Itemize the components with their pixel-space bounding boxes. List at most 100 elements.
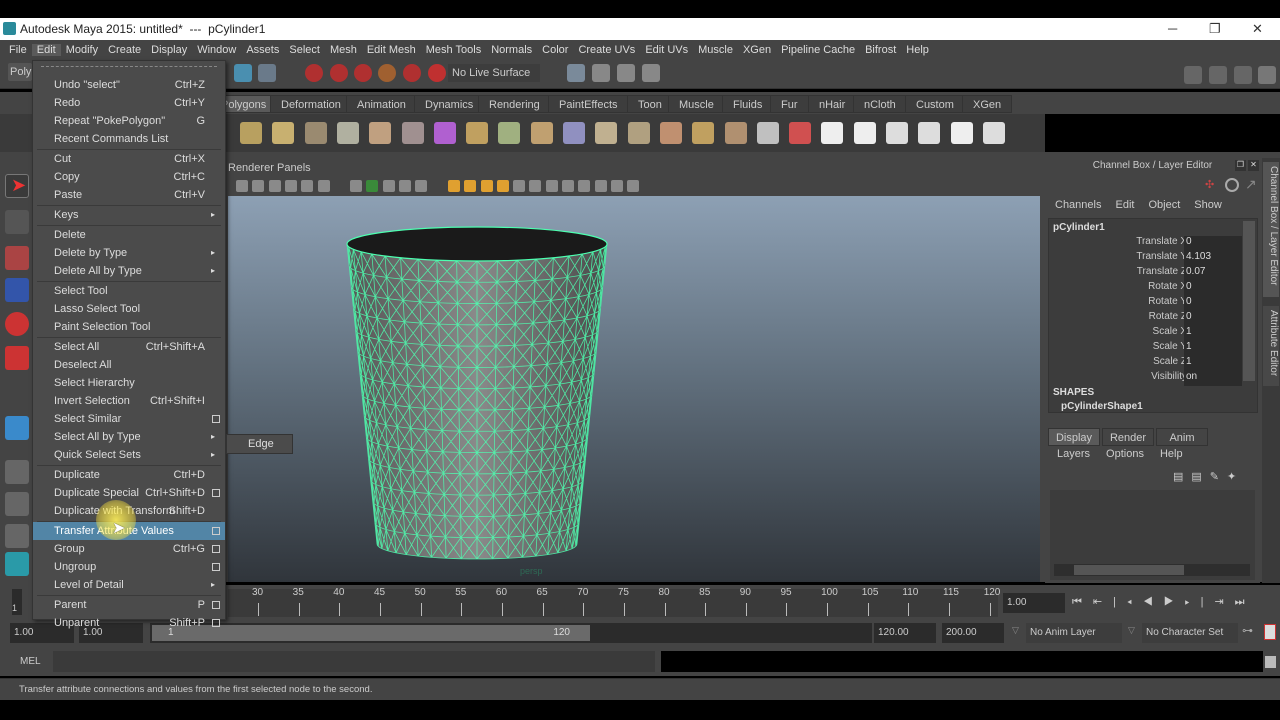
- shelf-tool-icon[interactable]: [724, 122, 747, 144]
- channel-row[interactable]: Translate Y 4.103: [1057, 251, 1244, 266]
- shelf-tool-icon[interactable]: [240, 122, 262, 144]
- shelf-tool-icon[interactable]: [982, 122, 1005, 144]
- layer-menu-help[interactable]: Help: [1160, 448, 1183, 460]
- channel-row[interactable]: Visibility on: [1057, 371, 1244, 386]
- panel-toolbar-icon[interactable]: [284, 180, 297, 192]
- channel-menu-object[interactable]: Object: [1148, 199, 1180, 211]
- panel-toolbar-icon[interactable]: [268, 180, 281, 192]
- select-by-component-icon[interactable]: [258, 64, 276, 82]
- go-to-end-icon[interactable]: ⏭: [1235, 596, 1256, 608]
- shelf-tool-icon[interactable]: [789, 122, 812, 144]
- tab-attribute-editor[interactable]: Attribute Editor: [1263, 306, 1279, 386]
- submenu-item-edge[interactable]: Edge: [226, 434, 293, 454]
- modeling-toolkit-icon[interactable]: [1184, 66, 1202, 84]
- menu-assets[interactable]: Assets: [241, 44, 284, 56]
- preferences-icon[interactable]: [1264, 624, 1276, 640]
- current-frame-field[interactable]: 1.00: [1003, 593, 1065, 613]
- option-box-icon[interactable]: [212, 545, 220, 553]
- shelf-tab-nhair[interactable]: nHair: [808, 95, 857, 113]
- menu-item-delete-all-by-type[interactable]: Delete All by Type ▸: [33, 262, 225, 280]
- panel-toolbar-icon[interactable]: [317, 180, 330, 192]
- panel-toolbar-icon[interactable]: [236, 180, 248, 192]
- select-by-hierarchy-icon[interactable]: [234, 64, 252, 82]
- menu-item-delete-by-type[interactable]: Delete by Type ▸: [33, 244, 225, 262]
- menu-item-quick-select-sets[interactable]: Quick Select Sets ▸: [33, 446, 225, 464]
- single-perspective-layout-icon[interactable]: [5, 460, 29, 484]
- shelf-tool-icon[interactable]: [498, 122, 521, 144]
- shelf-tab-fur[interactable]: Fur: [770, 95, 809, 113]
- menu-normals[interactable]: Normals: [486, 44, 537, 56]
- ipr-render-icon[interactable]: [617, 64, 635, 82]
- panel-toolbar-icon[interactable]: [627, 180, 640, 192]
- option-box-icon[interactable]: [212, 619, 220, 627]
- shelf-tool-icon[interactable]: [950, 122, 973, 144]
- channel-row[interactable]: Scale Z1: [1057, 356, 1244, 371]
- shelf-tool-icon[interactable]: [433, 122, 456, 144]
- four-view-layout-icon[interactable]: [5, 492, 29, 516]
- step-back-icon[interactable]: |◂: [1113, 596, 1143, 608]
- menu-item-repeat-pokepolygon[interactable]: Repeat "PokePolygon" G: [33, 112, 225, 130]
- axis-icon[interactable]: ✣: [1205, 178, 1219, 192]
- panel-toolbar-icon[interactable]: [562, 180, 574, 192]
- close-panel-icon[interactable]: ✕: [1248, 160, 1259, 171]
- option-box-icon[interactable]: [212, 563, 220, 571]
- panel-toolbar-icon[interactable]: [529, 180, 542, 192]
- channel-value[interactable]: 1: [1184, 326, 1242, 341]
- shelf-tool-icon[interactable]: [692, 122, 715, 144]
- menu-item-ungroup[interactable]: Ungroup: [33, 558, 225, 576]
- shelf-tool-icon[interactable]: [918, 122, 941, 144]
- channel-row[interactable]: Rotate X0: [1057, 281, 1244, 296]
- shelf-tool-icon[interactable]: [466, 122, 489, 144]
- panel-toolbar-icon[interactable]: [252, 180, 265, 192]
- panel-toolbar-icon[interactable]: [399, 180, 411, 192]
- menu-edit-mesh[interactable]: Edit Mesh: [362, 44, 421, 56]
- menu-item-paste[interactable]: Paste Ctrl+V: [33, 186, 225, 204]
- layer-menu-layers[interactable]: Layers: [1057, 448, 1090, 460]
- panel-toolbar-icon[interactable]: [464, 180, 477, 192]
- menu-item-cut[interactable]: Cut Ctrl+X: [33, 150, 225, 168]
- panel-toolbar-icon[interactable]: [301, 180, 314, 192]
- channel-value[interactable]: on: [1184, 371, 1242, 386]
- menu-item-recent-commands-list[interactable]: Recent Commands List: [33, 130, 225, 148]
- menu-select[interactable]: Select: [284, 44, 325, 56]
- panel-toolbar-icon[interactable]: [513, 180, 526, 192]
- channel-menu-edit[interactable]: Edit: [1115, 199, 1134, 211]
- channel-row[interactable]: Translate Z 0.07: [1057, 266, 1244, 281]
- shelf-tool-icon[interactable]: [563, 122, 585, 144]
- mel-label[interactable]: MEL: [20, 656, 41, 667]
- shelf-tool-icon[interactable]: [530, 122, 553, 144]
- step-back-key-icon[interactable]: ⇤: [1093, 596, 1113, 608]
- panel-toolbar-icon[interactable]: [578, 180, 591, 192]
- layer-buttons-icons[interactable]: ▤▤✎✦: [1173, 470, 1253, 484]
- channel-menu-channels[interactable]: Channels: [1055, 199, 1101, 211]
- channel-value[interactable]: 4.103: [1184, 251, 1242, 266]
- shelf-tool-icon[interactable]: [272, 122, 295, 144]
- rotate-tool-icon[interactable]: [5, 312, 29, 336]
- range-slider[interactable]: 1 120: [150, 623, 872, 643]
- tab-channel-box[interactable]: Channel Box / Layer Editor: [1263, 162, 1279, 297]
- snap-grid-icon[interactable]: [305, 64, 323, 82]
- panel-toolbar-icon[interactable]: [480, 180, 493, 192]
- layer-tab-render[interactable]: Render: [1102, 428, 1154, 446]
- shelf-tab-toon[interactable]: Toon: [627, 95, 673, 113]
- menu-item-select-all[interactable]: Select All Ctrl+Shift+A: [33, 338, 225, 356]
- play-backwards-icon[interactable]: ◀: [1143, 596, 1164, 608]
- menu-item-keys[interactable]: Keys ▸: [33, 206, 225, 224]
- option-box-icon[interactable]: [212, 527, 220, 535]
- menu-xgen[interactable]: XGen: [738, 44, 776, 56]
- shelf-tool-icon[interactable]: [886, 122, 908, 144]
- channel-value[interactable]: 1: [1184, 341, 1242, 356]
- auto-key-icon[interactable]: ⊶: [1242, 624, 1253, 637]
- shelf-tab-muscle[interactable]: Muscle: [668, 95, 725, 113]
- move-tool-icon[interactable]: [5, 278, 29, 302]
- snap-surface-icon[interactable]: [403, 64, 421, 82]
- menu-bifrost[interactable]: Bifrost: [860, 44, 901, 56]
- paint-select-tool-icon[interactable]: [5, 246, 29, 270]
- menu-display[interactable]: Display: [146, 44, 192, 56]
- channel-row[interactable]: Translate X0: [1057, 236, 1244, 251]
- tool-settings-toggle-icon[interactable]: [1234, 66, 1252, 84]
- menu-item-select-tool[interactable]: Select Tool: [33, 282, 225, 300]
- menu-file[interactable]: File: [4, 44, 32, 56]
- menu-muscle[interactable]: Muscle: [693, 44, 738, 56]
- outliner-layout-icon[interactable]: [5, 524, 29, 548]
